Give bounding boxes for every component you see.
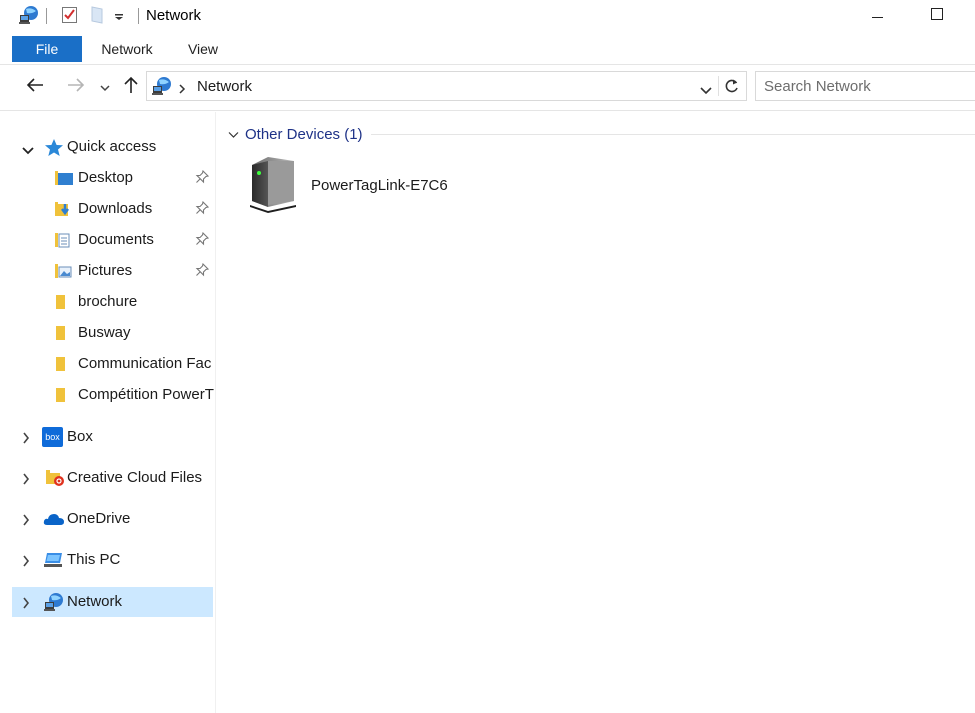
pin-icon[interactable] [195,169,210,188]
chevron-right-icon[interactable] [22,472,30,489]
tab-network[interactable]: Network [92,36,162,62]
downloads-folder-icon [54,201,74,221]
nav-item-label: Box [67,428,93,445]
forward-button[interactable] [63,74,89,100]
nav-item-brochure[interactable]: brochure [12,287,213,317]
folder-icon [54,325,74,345]
customize-quick-access-icon[interactable] [114,8,124,26]
ribbon-divider [0,64,975,65]
network-icon [43,592,65,616]
chevron-right-icon[interactable] [22,554,30,571]
title-separator [46,8,47,24]
onedrive-icon [43,512,65,530]
pane-divider[interactable] [215,112,216,713]
nav-item-pictures[interactable]: Pictures [12,256,213,286]
nav-quick-access[interactable]: Quick access [12,132,213,162]
nav-item-creative-cloud[interactable]: Creative Cloud Files [12,463,213,493]
group-separator-line [371,134,975,135]
pin-icon[interactable] [195,200,210,219]
nav-item-competition[interactable]: Compétition PowerT [12,380,214,410]
recent-locations-button[interactable] [96,74,114,100]
title-bar: Network [0,0,975,32]
nav-item-label: Pictures [78,262,133,279]
navigation-pane: Quick access Desktop Downloads Documents… [0,112,215,713]
back-arrow-icon [26,78,44,96]
nav-quick-access-label: Quick access [67,138,157,155]
minimize-icon [871,8,883,25]
network-icon [151,76,173,100]
pin-icon[interactable] [195,231,210,250]
network-app-icon[interactable] [18,5,40,29]
address-bar[interactable]: Network [146,71,747,101]
nav-item-label: brochure [78,293,138,310]
nav-item-label: Communication Fac [78,355,212,372]
properties-icon[interactable] [62,6,78,28]
nav-item-onedrive[interactable]: OneDrive [12,504,213,534]
desktop-folder-icon [54,170,74,190]
breadcrumb-chevron-icon[interactable] [178,81,186,98]
this-pc-icon [43,551,65,573]
nav-item-label: OneDrive [67,510,131,527]
nav-item-network[interactable]: Network [12,587,213,617]
search-input[interactable] [764,72,964,100]
maximize-icon [930,7,944,25]
title-separator [138,8,139,24]
up-arrow-icon [124,76,138,98]
nav-item-label: Busway [78,324,131,341]
nav-item-label: Compétition PowerT [78,386,214,403]
expanded-chevron-icon[interactable] [22,142,34,159]
navigation-bar: Network [0,70,975,104]
nav-item-this-pc[interactable]: This PC [12,545,213,575]
nav-item-label: Documents [78,231,154,248]
tab-file[interactable]: File [12,36,82,62]
nav-item-label: Network [67,593,123,610]
folder-icon [54,356,74,376]
folder-icon [54,294,74,314]
ribbon-tabs: File Network View [0,36,975,62]
nav-item-label: Desktop [78,169,134,186]
box-icon: box [42,427,63,447]
pin-icon[interactable] [195,262,210,281]
pictures-folder-icon [54,263,74,283]
up-button[interactable] [120,74,142,100]
chevron-down-icon [100,79,110,96]
device-label: PowerTagLink-E7C6 [311,177,448,194]
nav-item-busway[interactable]: Busway [12,318,213,348]
chevron-right-icon[interactable] [22,596,30,613]
maximize-button[interactable] [914,0,960,32]
window-title: Network [146,7,202,24]
group-label: Other Devices (1) [245,125,363,143]
group-header-other-devices[interactable]: Other Devices (1) [228,124,363,144]
address-separator [718,76,719,96]
network-device-icon [248,155,296,217]
folder-icon [54,387,74,407]
star-icon [44,138,64,161]
nav-item-label: Creative Cloud Files [67,469,203,486]
address-dropdown-icon[interactable] [700,82,712,99]
breadcrumb-network[interactable]: Network [197,78,252,95]
nav-item-downloads[interactable]: Downloads [12,194,213,224]
group-collapse-chevron-icon [228,126,239,143]
chevron-right-icon[interactable] [22,431,30,448]
documents-folder-icon [54,232,74,252]
nav-item-documents[interactable]: Documents [12,225,213,255]
back-button[interactable] [22,74,48,100]
new-folder-icon[interactable] [91,6,103,28]
nav-item-label: Downloads [78,200,153,217]
refresh-icon[interactable] [724,78,740,98]
tab-view[interactable]: View [176,36,230,62]
nav-item-desktop[interactable]: Desktop [12,163,213,193]
device-item[interactable]: PowerTagLink-E7C6 [244,155,464,215]
minimize-button[interactable] [854,0,900,32]
chevron-right-icon[interactable] [22,513,30,530]
address-divider [0,110,975,111]
nav-item-box[interactable]: box Box [12,422,213,452]
nav-item-communication[interactable]: Communication Fac [12,349,213,379]
forward-arrow-icon [67,78,85,96]
nav-item-label: This PC [67,551,121,568]
search-box[interactable] [755,71,975,101]
creative-cloud-icon [45,469,65,491]
